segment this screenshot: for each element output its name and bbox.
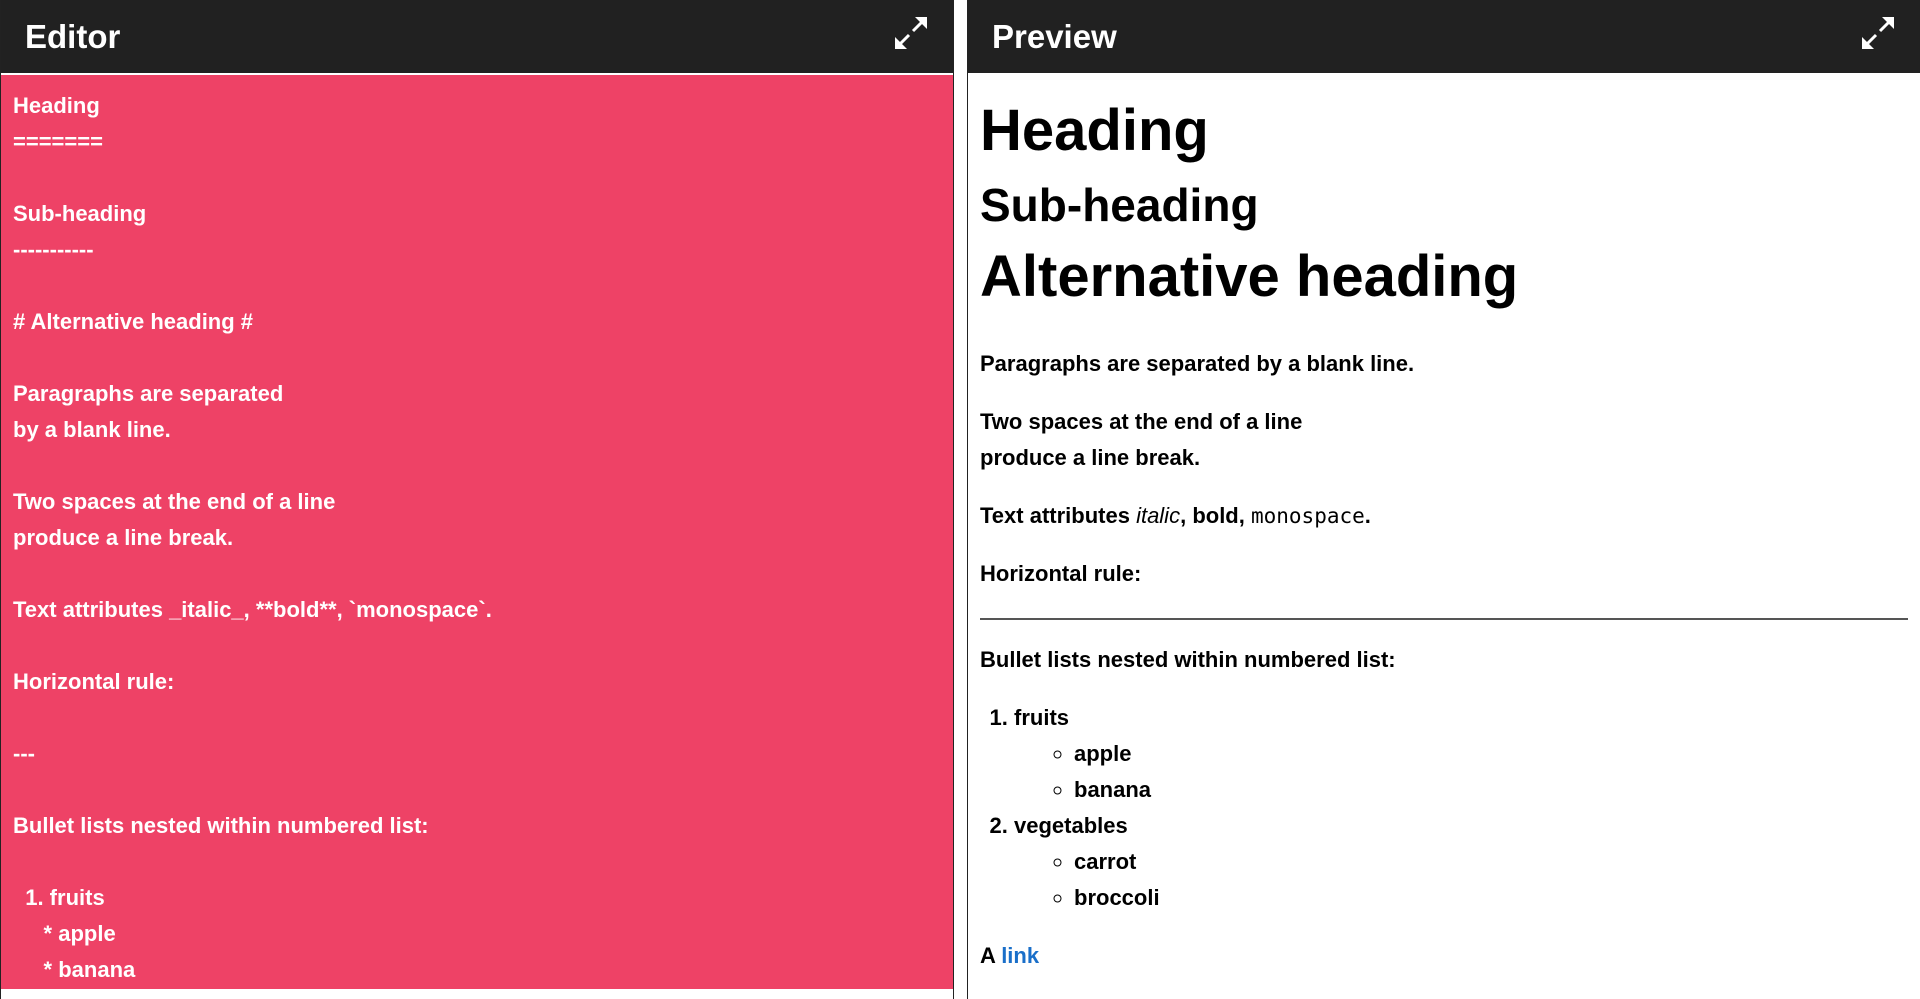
list-item-label: vegetables: [1014, 813, 1128, 839]
attr-end: .: [1364, 503, 1371, 529]
preview-titlebar: Preview: [968, 0, 1920, 73]
list-item: vegetables carrot broccoli: [1014, 808, 1908, 916]
preview-paragraph-1: Paragraphs are separated by a blank line…: [980, 351, 1415, 377]
bullet-item: apple: [1074, 736, 1908, 772]
preview-title: Preview: [992, 18, 1117, 55]
expand-icon[interactable]: [891, 13, 931, 53]
list-item-label: fruits: [1014, 705, 1069, 731]
editor-bottom-bar: [1, 989, 953, 999]
preview-pane: Preview Heading Sub-heading Alternative …: [967, 0, 1920, 999]
preview-alt-heading: Alternative heading: [980, 243, 1519, 309]
link-prefix: A: [980, 943, 1002, 969]
editor-textarea[interactable]: Heading ======= Sub-heading ----------- …: [1, 75, 953, 989]
italic-text: italic: [1136, 503, 1181, 529]
preview-link[interactable]: link: [1001, 943, 1039, 968]
attr-separator: ,: [1238, 503, 1251, 529]
attr-prefix: Text attributes: [980, 503, 1137, 529]
bold-text: bold: [1192, 503, 1239, 529]
preview-text-attributes: Text attributes italic, bold, monospace.: [980, 498, 1908, 534]
attr-separator: ,: [1180, 503, 1193, 529]
editor-pane: Editor Heading ======= Sub-heading -----…: [0, 0, 954, 999]
preview-list-intro: Bullet lists nested within numbered list…: [980, 647, 1396, 673]
bullet-list: carrot broccoli: [1014, 844, 1908, 916]
preview-hr-label: Horizontal rule:: [980, 561, 1142, 587]
bullet-list: apple banana: [1014, 736, 1908, 808]
numbered-list: fruits apple banana vegetables carrot br…: [980, 700, 1908, 916]
paragraph-line: Two spaces at the end of a line: [980, 409, 1303, 435]
preview-link-paragraph: A link: [980, 938, 1908, 974]
paragraph-line: produce a line break.: [980, 445, 1201, 471]
preview-paragraph-2: Two spaces at the end of a line produce …: [980, 404, 1908, 476]
preview-subheading: Sub-heading: [980, 178, 1259, 231]
preview-content: Heading Sub-heading Alternative heading …: [968, 73, 1920, 999]
bullet-item: carrot: [1074, 844, 1908, 880]
preview-heading: Heading: [980, 98, 1209, 163]
list-item: fruits apple banana: [1014, 700, 1908, 808]
bullet-item: banana: [1074, 772, 1908, 808]
editor-title: Editor: [25, 18, 121, 55]
horizontal-rule: [980, 618, 1908, 621]
bullet-item: broccoli: [1074, 880, 1908, 916]
expand-icon[interactable]: [1858, 13, 1898, 53]
editor-titlebar: Editor: [1, 0, 953, 73]
monospace-text: monospace: [1250, 504, 1365, 529]
